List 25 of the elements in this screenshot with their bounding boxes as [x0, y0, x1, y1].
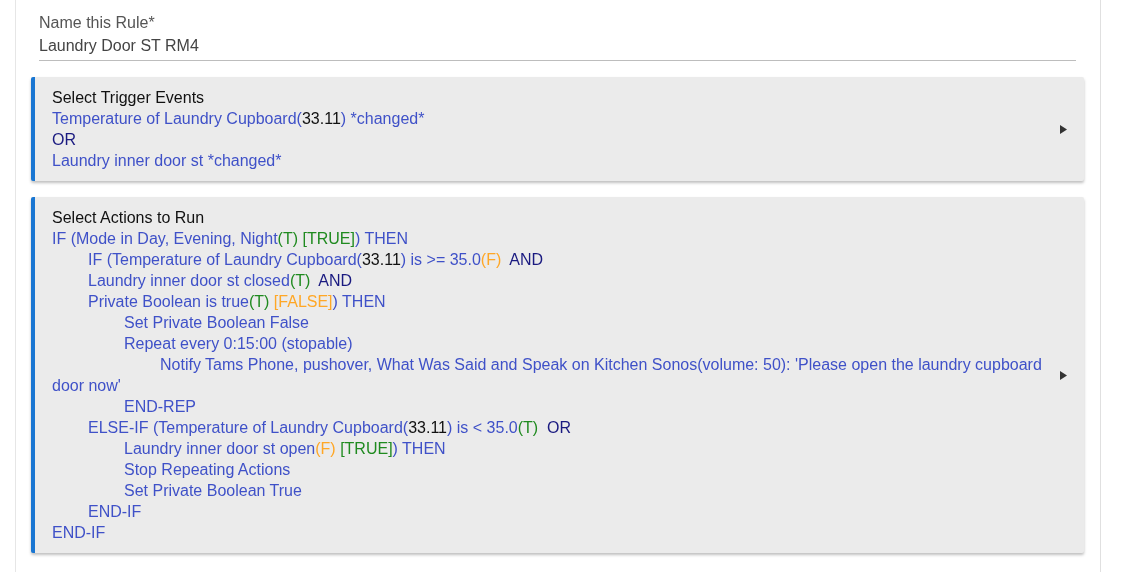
rule-line: Private Boolean is true(T) [FALSE]) THEN — [87, 292, 387, 312]
rule-line: Notify Tams Phone, pushover, What Was Said and Speak on Kitchen Sonos(volume: 50): 'Please open the laundry cupboard door now' — [52, 355, 1042, 396]
section-title: Select Actions to Run — [52, 208, 206, 228]
rule-line: ELSE-IF (Temperature of Laundry Cupboard(33.11) is < 35.0(T) OR — [87, 418, 573, 438]
rule-line: IF (Temperature of Laundry Cupboard(33.11) is >= 35.0(F) AND — [87, 250, 545, 270]
rule-line: IF (Mode in Day, Evening, Night(T) [TRUE]) THEN — [52, 229, 409, 249]
rule-line: END-IF — [87, 502, 143, 522]
rule-line: Laundry inner door st open(F) [TRUE]) THEN — [123, 439, 447, 459]
rule-line: END-REP — [123, 397, 197, 417]
field-label: Name this Rule* — [39, 13, 156, 33]
rule-line: Laundry inner door st *changed* — [52, 151, 283, 171]
rule-line: Repeat every 0:15:00 (stopable) — [123, 334, 354, 354]
rule-line: Set Private Boolean True — [123, 481, 303, 501]
rule-line: OR — [52, 130, 77, 150]
rule-line: Stop Repeating Actions — [123, 460, 292, 480]
expand-arrow-icon[interactable] — [1060, 124, 1067, 134]
section-card[interactable]: Select Trigger Events Temperature of Laundry Cupboard(33.11) *changed* OR Laundry inner door st *changed* — [31, 77, 1084, 181]
rule-line: Set Private Boolean False — [123, 313, 310, 333]
expand-arrow-icon[interactable] — [1060, 370, 1067, 380]
rule-name-field[interactable]: Laundry Door ST RM4 — [39, 34, 1076, 61]
section-card[interactable] — [31, 197, 1084, 553]
section-title: Select Trigger Events — [52, 88, 206, 108]
rule-line: END-IF — [52, 523, 107, 543]
rule-line: Temperature of Laundry Cupboard(33.11) *changed* — [52, 109, 426, 129]
rule-line: Laundry inner door st closed(T) AND — [87, 271, 354, 291]
